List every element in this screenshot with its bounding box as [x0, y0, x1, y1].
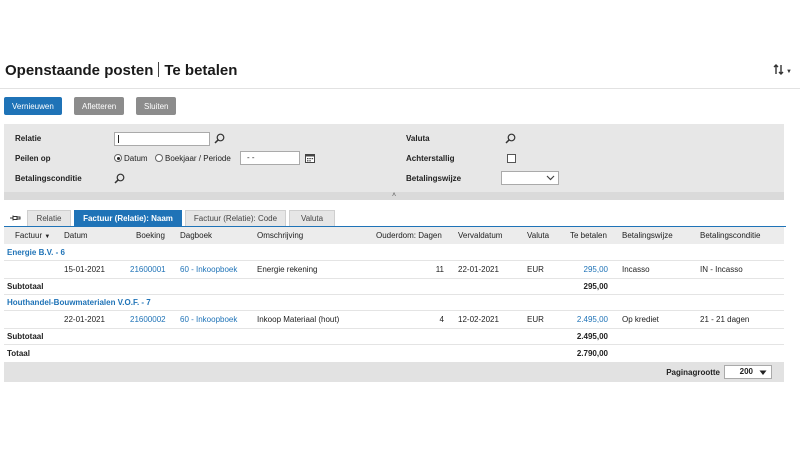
achterstallig-label: Achterstallig: [406, 154, 455, 163]
page-title-main: Openstaande posten: [5, 62, 154, 79]
cell-boeking-link[interactable]: 21600002: [130, 315, 166, 324]
text-cursor: [118, 135, 119, 143]
relatie-search-icon[interactable]: [214, 133, 225, 144]
tab-valuta[interactable]: Valuta: [289, 210, 335, 226]
column-header-te-betalen[interactable]: Te betalen: [570, 231, 607, 240]
subtotal-value: 295,00: [583, 282, 608, 291]
sort-desc-icon: ▼: [44, 234, 51, 240]
page-title: Openstaande posten Te betalen: [5, 62, 237, 79]
chevron-down-icon: [759, 370, 767, 375]
column-header-dagboek[interactable]: Dagboek: [180, 231, 212, 240]
tab-factuur-code[interactable]: Factuur (Relatie): Code: [185, 210, 286, 226]
title-separator: [158, 62, 160, 77]
row-divider: [4, 328, 784, 329]
pagesize-select[interactable]: 200: [724, 365, 772, 379]
total-value: 2.790,00: [576, 349, 608, 358]
column-header-boeking[interactable]: Boeking: [136, 231, 165, 240]
cell-valuta: EUR: [527, 265, 544, 274]
filter-panel: Relatie Peilen op Datum Boekjaar / Perio…: [4, 124, 784, 192]
betalingsconditie-search-icon[interactable]: [114, 173, 125, 184]
peilen-label: Peilen op: [15, 154, 51, 163]
row-divider: [4, 344, 784, 345]
row-divider: [4, 310, 784, 311]
refresh-button[interactable]: Vernieuwen: [4, 97, 62, 115]
column-header-betalingswijze[interactable]: Betalingswijze: [622, 231, 673, 240]
cell-omschrijving: Energie rekening: [257, 265, 318, 274]
achterstallig-checkbox[interactable]: [507, 154, 516, 163]
cell-te-betalen-link[interactable]: 2.495,00: [560, 315, 608, 324]
cell-datum: 22-01-2021: [64, 315, 105, 324]
column-header-betalingsconditie[interactable]: Betalingsconditie: [700, 231, 760, 240]
pagesize-value: 200: [739, 367, 753, 376]
tab-factuur-naam[interactable]: Factuur (Relatie): Naam: [74, 210, 182, 226]
chevron-up-icon: ˄: [391, 192, 397, 199]
pagesize-label: Paginagrootte: [666, 368, 720, 377]
subtotal-label: Subtotaal: [7, 282, 44, 291]
calendar-icon[interactable]: [305, 153, 315, 163]
row-divider: [4, 260, 784, 261]
close-button[interactable]: Sluiten: [136, 97, 177, 115]
column-header-omschrijving[interactable]: Omschrijving: [257, 231, 303, 240]
column-header-datum[interactable]: Datum: [64, 231, 88, 240]
cell-dagboek-link[interactable]: 60 - Inkoopboek: [180, 315, 237, 324]
filter-collapse-toggle[interactable]: ˄: [4, 192, 784, 200]
date-input[interactable]: - -: [240, 151, 300, 165]
cell-vervaldatum: 12-02-2021: [458, 315, 499, 324]
betalingsconditie-label: Betalingsconditie: [15, 174, 82, 183]
cell-betalingsconditie: IN - Incasso: [700, 265, 743, 274]
cell-betalingswijze: Op krediet: [622, 315, 659, 324]
cell-boeking-link[interactable]: 21600001: [130, 265, 166, 274]
subtotal-value: 2.495,00: [576, 332, 608, 341]
column-header-factuur[interactable]: Factuur ▼: [15, 231, 50, 240]
betalingswijze-label: Betalingswijze: [406, 174, 462, 183]
valuta-label: Valuta: [406, 134, 430, 143]
cell-omschrijving: Inkoop Materiaal (hout): [257, 315, 340, 324]
chevron-down-icon: ▼: [786, 69, 792, 75]
cell-dagboek-link[interactable]: 60 - Inkoopboek: [180, 265, 237, 274]
cell-datum: 15-01-2021: [64, 265, 105, 274]
cell-ouderdom: 11: [435, 265, 444, 274]
group-header[interactable]: Energie B.V. - 6: [7, 248, 65, 257]
cell-valuta: EUR: [527, 315, 544, 324]
cell-te-betalen-link[interactable]: 295,00: [560, 265, 608, 274]
relatie-input[interactable]: [114, 132, 210, 146]
pagination-bar: Paginagrootte 200: [4, 362, 784, 382]
page-title-sub: Te betalen: [164, 62, 238, 79]
cell-betalingsconditie: 21 - 21 dagen: [700, 315, 750, 324]
radio-datum[interactable]: [114, 154, 122, 162]
total-label: Totaal: [7, 349, 30, 358]
tab-relatie[interactable]: Relatie: [27, 210, 71, 226]
cell-vervaldatum: 22-01-2021: [458, 265, 499, 274]
column-header-ouderdom[interactable]: Ouderdom: Dagen: [376, 231, 442, 240]
row-divider: [4, 278, 784, 279]
radio-boekjaar[interactable]: [155, 154, 163, 162]
chevron-down-icon: [546, 175, 555, 181]
subtotal-label: Subtotaal: [7, 332, 44, 341]
sort-icon: [773, 64, 784, 75]
pin-icon[interactable]: [9, 213, 21, 223]
group-header[interactable]: Houthandel-Bouwmaterialen V.O.F. - 7: [7, 298, 151, 307]
radio-boekjaar-label: Boekjaar / Periode: [165, 154, 231, 163]
column-header-vervaldatum[interactable]: Vervaldatum: [458, 231, 502, 240]
betalingswijze-select[interactable]: [501, 171, 559, 185]
column-header-valuta[interactable]: Valuta: [527, 231, 549, 240]
settle-button[interactable]: Afletteren: [74, 97, 125, 115]
header-divider: [0, 88, 800, 89]
radio-datum-label: Datum: [124, 154, 148, 163]
cell-ouderdom: 4: [439, 315, 444, 324]
sort-options-menu[interactable]: ▼: [773, 64, 792, 78]
row-divider: [4, 294, 784, 295]
cell-betalingswijze: Incasso: [622, 265, 650, 274]
relatie-label: Relatie: [15, 134, 42, 143]
valuta-search-icon[interactable]: [505, 133, 516, 144]
